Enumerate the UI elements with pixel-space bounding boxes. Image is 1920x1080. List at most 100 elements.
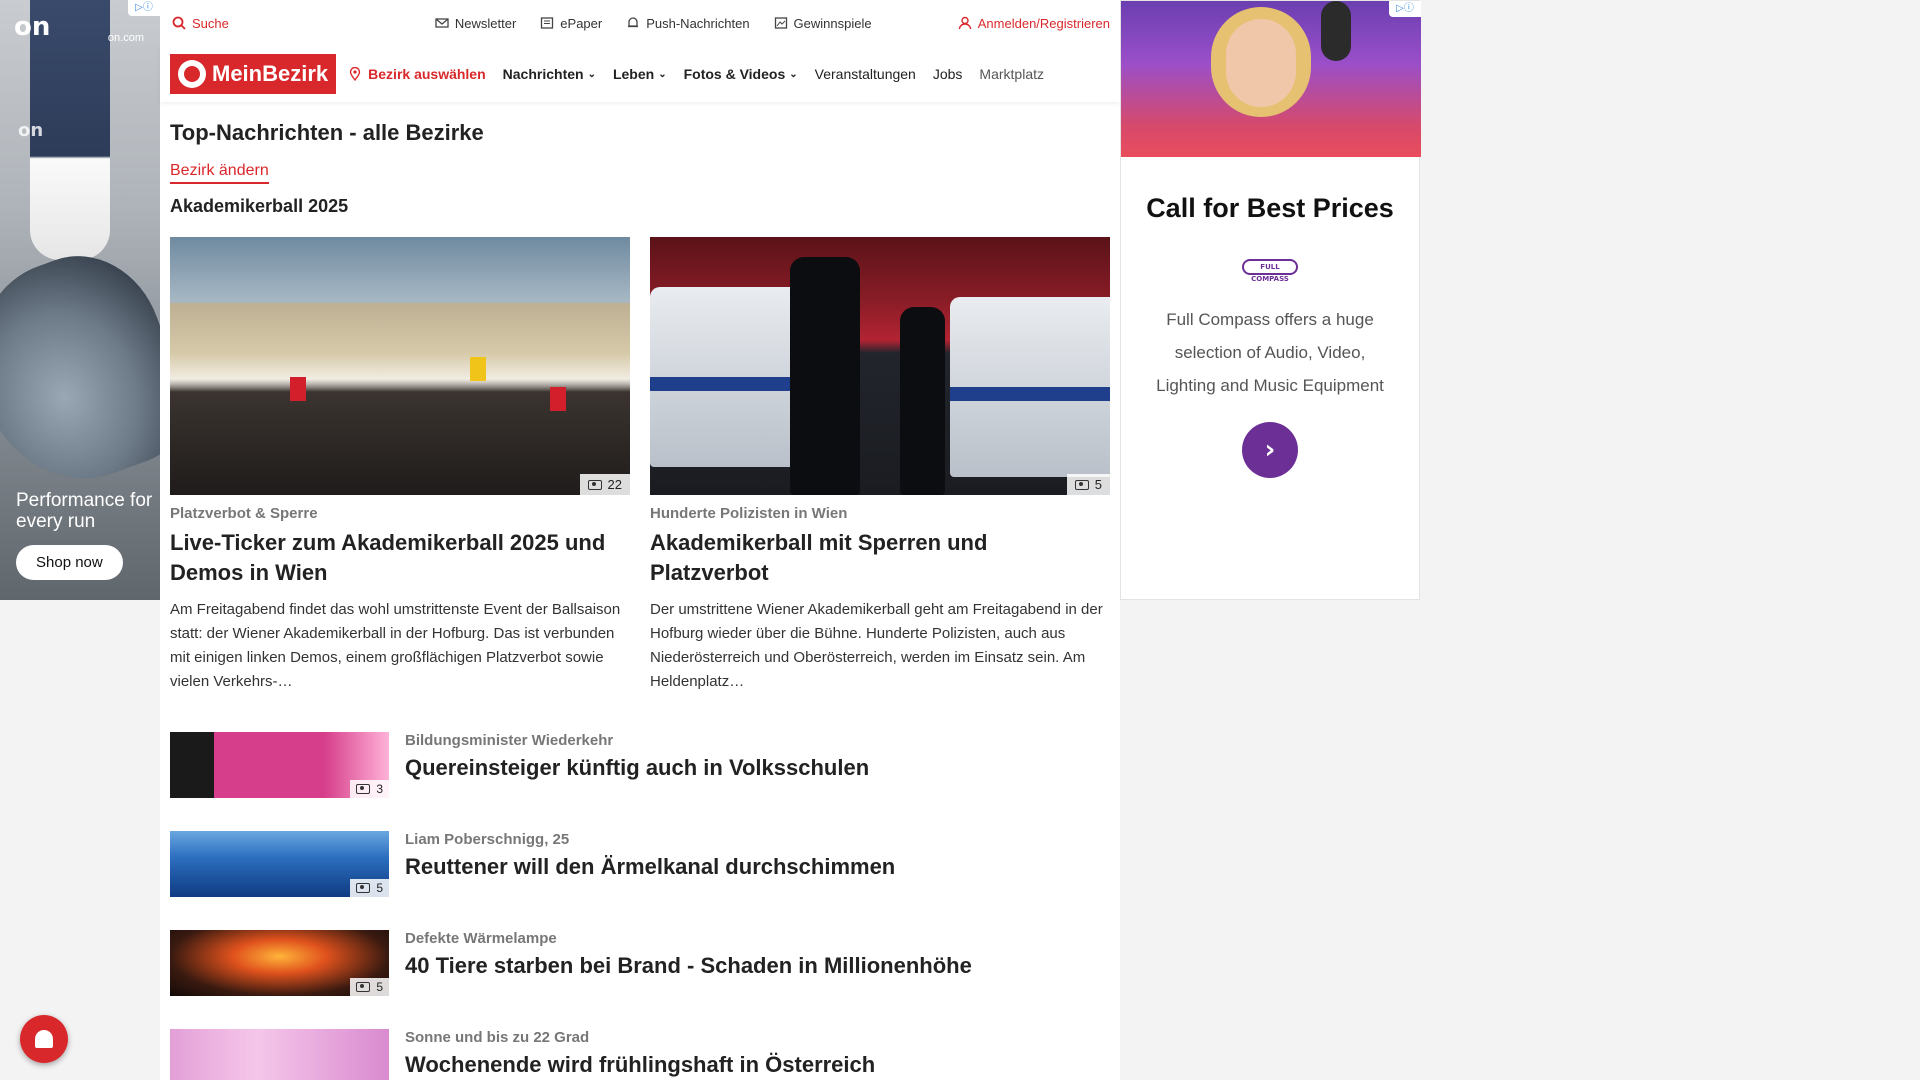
article-headline[interactable]: Live-Ticker zum Akademikerball 2025 und … <box>170 528 630 588</box>
ad-arrow-button[interactable]: › <box>1242 422 1298 478</box>
push-label: Push-Nachrichten <box>646 15 750 31</box>
left-skyscraper-ad[interactable]: on on.com on Performance for every run S… <box>0 0 160 600</box>
user-icon <box>958 16 971 30</box>
ad-brand-logo: FULL COMPASS <box>1242 259 1298 283</box>
district-select-button[interactable]: Bezirk auswählen <box>348 66 486 82</box>
flag-shape <box>470 357 486 381</box>
login-label: Anmelden/Registrieren <box>977 15 1110 31</box>
ad-shoe-image <box>0 234 160 506</box>
nav-veranstaltungen[interactable]: Veranstaltungen <box>815 66 916 82</box>
camera-icon <box>356 784 371 794</box>
epaper-label: ePaper <box>560 15 603 31</box>
nav-fotos-videos[interactable]: Fotos & Videos ⌄ <box>684 66 798 82</box>
logo-sun-icon <box>178 60 206 88</box>
right-rectangle-ad[interactable]: ▷ⓘ Call for Best Prices FULL COMPASS Ful… <box>1120 0 1421 600</box>
ad-tagline: Performance for every run <box>16 490 153 532</box>
article-excerpt: Der umstrittene Wiener Akademikerball ge… <box>650 601 1103 690</box>
officer-shape <box>900 307 945 495</box>
article-thumbnail[interactable]: 5 <box>170 831 389 897</box>
image-count: 22 <box>607 477 622 492</box>
flag-shape <box>550 387 566 411</box>
article-headline[interactable]: Akademikerball mit Sperren und Platzverb… <box>650 528 1110 588</box>
list-item-text: Bildungsminister Wiederkehr Quereinsteig… <box>405 732 869 798</box>
chevron-down-icon: ⌄ <box>789 68 798 80</box>
ad-brand-watermark: on <box>18 120 44 141</box>
featured-teasers: 22 Platzverbot & Sperre Live-Ticker zum … <box>170 237 1110 694</box>
nav-jobs[interactable]: Jobs <box>933 66 963 82</box>
article-kicker: Bildungsminister Wiederkehr <box>405 732 614 749</box>
camera-icon <box>587 479 602 490</box>
image-count-badge: 3 <box>350 780 389 798</box>
list-item-text: Defekte Wärmelampe 40 Tiere starben bei … <box>405 930 972 996</box>
ad-brand-logo: on <box>14 12 51 42</box>
main-column: Suche Newsletter ePaper Push-Nachrichten… <box>160 0 1120 1080</box>
list-item[interactable]: 3 Bildungsminister Wiederkehr Quereinste… <box>170 732 1110 798</box>
image-count: 3 <box>376 782 383 796</box>
article-thumbnail[interactable] <box>170 1029 389 1080</box>
image-count-badge: 5 <box>1066 474 1110 495</box>
article-image[interactable]: 22 <box>170 237 630 495</box>
article-headline[interactable]: 40 Tiere starben bei Brand - Schaden in … <box>405 951 972 981</box>
ad-person-face <box>1226 19 1296 107</box>
article-thumbnail[interactable]: 3 <box>170 732 389 798</box>
article-image[interactable]: 5 <box>650 237 1110 495</box>
notification-bell-button[interactable] <box>20 1015 68 1063</box>
ad-choices-icon[interactable]: ▷ⓘ <box>128 0 160 16</box>
nav-marktplatz[interactable]: Marktplatz <box>979 66 1044 82</box>
image-count-badge: 5 <box>350 978 389 996</box>
bell-icon <box>35 1030 53 1048</box>
gewinnspiele-label: Gewinnspiele <box>793 15 872 31</box>
nav-leben[interactable]: Leben ⌄ <box>613 66 667 82</box>
main-nav: MeinBezirk Bezirk auswählen Nachrichten ⌄… <box>160 46 1120 102</box>
meinbezirk-logo[interactable]: MeinBezirk <box>170 54 337 94</box>
section-title: Akademikerball 2025 <box>170 196 349 216</box>
epaper-link[interactable]: ePaper <box>540 16 602 31</box>
ad-choices-icon[interactable]: ▷ⓘ <box>1389 1 1421 17</box>
login-link[interactable]: Anmelden/Registrieren <box>958 16 1110 31</box>
bell-icon <box>628 17 639 28</box>
mail-icon <box>435 18 449 28</box>
ad-shop-now-button[interactable]: Shop now <box>16 545 123 580</box>
police-van-shape <box>950 297 1110 477</box>
search-icon <box>172 16 186 30</box>
article-kicker: Sonne und bis zu 22 Grad <box>405 1029 590 1046</box>
featured-article[interactable]: 5 Hunderte Polizisten in Wien Akademiker… <box>650 237 1110 694</box>
list-item[interactable]: 5 Liam Poberschnigg, 25 Reuttener will d… <box>170 831 1110 897</box>
article-list: 3 Bildungsminister Wiederkehr Quereinste… <box>170 732 1110 1080</box>
gewinnspiele-link[interactable]: Gewinnspiele <box>774 16 872 31</box>
camera-icon <box>1074 479 1089 490</box>
image-count-badge: 22 <box>579 474 630 495</box>
article-excerpt: Am Freitagabend findet das wohl umstritt… <box>170 601 621 690</box>
ad-domain: on.com <box>107 32 144 44</box>
push-link[interactable]: Push-Nachrichten <box>626 15 750 31</box>
ad-photo: ▷ⓘ <box>1121 1 1421 157</box>
image-count: 5 <box>376 881 383 895</box>
search-link[interactable]: Suche <box>172 16 229 31</box>
content: Top-Nachrichten - alle Bezirke Bezirk än… <box>160 120 1120 1080</box>
list-item[interactable]: Sonne und bis zu 22 Grad Wochenende wird… <box>170 1029 1110 1080</box>
van-stripe <box>950 387 1110 401</box>
nav-nachrichten[interactable]: Nachrichten ⌄ <box>503 66 596 82</box>
location-pin-icon <box>349 67 361 81</box>
nav-fotos-label: Fotos & Videos <box>683 66 786 82</box>
page-title: Top-Nachrichten - alle Bezirke <box>170 120 484 145</box>
featured-article[interactable]: 22 Platzverbot & Sperre Live-Ticker zum … <box>170 237 630 694</box>
chevron-right-icon: › <box>1264 435 1276 465</box>
article-kicker: Platzverbot & Sperre <box>170 505 318 522</box>
ad-title: Call for Best Prices <box>1146 193 1394 223</box>
logo-text: MeinBezirk <box>212 61 329 86</box>
article-thumbnail[interactable]: 5 <box>170 930 389 996</box>
nav-nachrichten-label: Nachrichten <box>502 66 584 82</box>
search-label: Suche <box>192 15 229 31</box>
image-count: 5 <box>1094 477 1102 492</box>
newsletter-link[interactable]: Newsletter <box>435 16 516 31</box>
district-select-label: Bezirk auswählen <box>368 66 486 82</box>
top-links: Newsletter ePaper Push-Nachrichten Gewin… <box>435 16 872 31</box>
flag-shape <box>290 377 306 401</box>
change-district-link[interactable]: Bezirk ändern <box>170 162 269 184</box>
article-headline[interactable]: Wochenende wird frühlingshaft in Österre… <box>405 1050 875 1080</box>
article-headline[interactable]: Reuttener will den Ärmelkanal durchschim… <box>405 852 895 882</box>
list-item[interactable]: 5 Defekte Wärmelampe 40 Tiere starben be… <box>170 930 1110 996</box>
article-headline[interactable]: Quereinsteiger künftig auch in Volksschu… <box>405 753 869 783</box>
list-item-text: Sonne und bis zu 22 Grad Wochenende wird… <box>405 1029 875 1080</box>
